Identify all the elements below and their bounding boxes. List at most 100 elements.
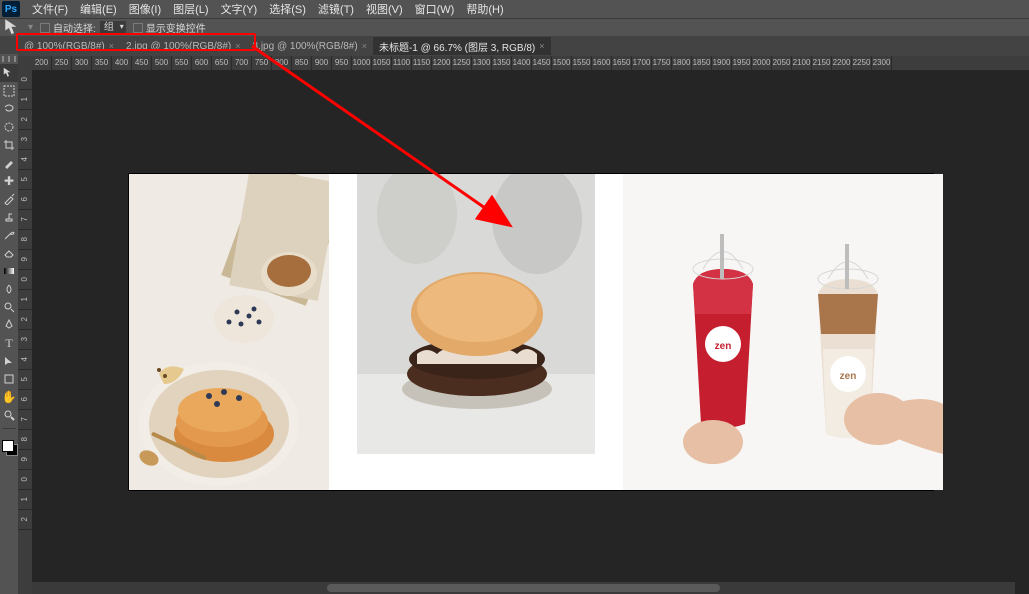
zoom-tool[interactable] [0,406,18,424]
path-select-tool[interactable] [0,352,18,370]
palette-grip[interactable] [2,56,16,62]
ruler-tick: 1400 [512,56,532,70]
history-brush-tool[interactable] [0,226,18,244]
viewport[interactable]: zen zen [32,70,1029,594]
close-icon[interactable]: × [109,41,114,51]
ruler-tick: 650 [212,56,232,70]
ruler-tick: 7 [18,410,32,430]
ruler-tick: 1800 [672,56,692,70]
ruler-tick: 1750 [652,56,672,70]
move-tool[interactable] [0,64,18,82]
doc-tab-1[interactable]: @ 100%(RGB/8#) × [18,37,120,55]
ruler-tick: 5 [18,170,32,190]
ruler-tick: 8 [18,230,32,250]
tab-label: 2.jpg @ 100%(RGB/8#) [126,41,231,52]
ruler-tick: 2250 [852,56,872,70]
hand-tool[interactable]: ✋ [0,388,18,406]
eraser-tool[interactable] [0,244,18,262]
doc-tab-3[interactable]: 3.jpg @ 100%(RGB/8#) × [246,37,372,55]
scrollbar-horizontal[interactable] [32,582,1015,594]
shape-tool[interactable] [0,370,18,388]
ruler-tick: 850 [292,56,312,70]
ruler-tick: 0 [18,470,32,490]
ruler-tick: 700 [232,56,252,70]
ruler-tick: 1900 [712,56,732,70]
move-tool-icon[interactable] [4,21,24,35]
color-swatches[interactable] [0,438,18,458]
ruler-tick: 1250 [452,56,472,70]
auto-select-checkbox[interactable] [40,23,50,33]
eyedropper-tool[interactable] [0,154,18,172]
ruler-tick: 1600 [592,56,612,70]
placed-image-2[interactable] [357,174,595,454]
ruler-tick: 2150 [812,56,832,70]
menu-view[interactable]: 视图(V) [360,0,409,19]
ruler-tick: 1650 [612,56,632,70]
tab-label: 3.jpg @ 100%(RGB/8#) [252,41,357,52]
show-transform-checkbox[interactable] [133,23,143,33]
placed-image-3[interactable]: zen zen [623,174,943,490]
brush-tool[interactable] [0,190,18,208]
ruler-tick: 4 [18,150,32,170]
ruler-tick: 0 [18,70,32,90]
ruler-tick: 1300 [472,56,492,70]
gradient-tool[interactable] [0,262,18,280]
ruler-tick: 2 [18,310,32,330]
lasso-tool[interactable] [0,100,18,118]
document-canvas[interactable]: zen zen [129,174,933,490]
scrollbar-thumb[interactable] [327,584,720,592]
menu-layer[interactable]: 图层(L) [167,0,214,19]
auto-select-value: 组 [104,22,114,33]
menu-window[interactable]: 窗口(W) [409,0,461,19]
close-icon[interactable]: × [539,41,544,51]
type-tool[interactable]: T [0,334,18,352]
marquee-tool[interactable] [0,82,18,100]
ruler-corner [18,56,32,70]
ruler-vertical[interactable]: 01234567890123456789012 [18,70,32,594]
ruler-tick: 950 [332,56,352,70]
pen-tool[interactable] [0,316,18,334]
svg-text:zen: zen [714,341,731,352]
ruler-tick: 2100 [792,56,812,70]
menu-select[interactable]: 选择(S) [263,0,312,19]
ruler-tick: 300 [72,56,92,70]
foreground-swatch[interactable] [2,440,14,452]
quick-select-tool[interactable] [0,118,18,136]
ruler-tick: 1 [18,290,32,310]
healing-brush-tool[interactable]: ✚ [0,172,18,190]
ruler-tick: 2300 [872,56,892,70]
ruler-tick: 0 [18,270,32,290]
menu-file[interactable]: 文件(F) [26,0,74,19]
ruler-tick: 9 [18,250,32,270]
menu-image[interactable]: 图像(I) [123,0,167,19]
close-icon[interactable]: × [235,41,240,51]
placed-image-1[interactable] [129,174,329,490]
blur-tool[interactable] [0,280,18,298]
ruler-tick: 550 [172,56,192,70]
doc-tab-2[interactable]: 2.jpg @ 100%(RGB/8#) × [120,37,246,55]
menu-edit[interactable]: 编辑(E) [74,0,123,19]
ruler-tick: 1200 [432,56,452,70]
ruler-tick: 450 [132,56,152,70]
crop-tool[interactable] [0,136,18,154]
ruler-tick: 6 [18,390,32,410]
menu-help[interactable]: 帮助(H) [460,0,509,19]
app-logo: Ps [2,1,20,17]
ruler-tick: 6 [18,190,32,210]
menu-filter[interactable]: 滤镜(T) [312,0,360,19]
dodge-tool[interactable] [0,298,18,316]
ruler-horizontal[interactable]: 2002503003504004505005506006507007508008… [32,56,1029,70]
ruler-tick: 2000 [752,56,772,70]
menu-type[interactable]: 文字(Y) [215,0,264,19]
auto-select-dropdown[interactable]: 组 [100,21,126,35]
ruler-tick: 7 [18,210,32,230]
doc-tab-4[interactable]: 未标题-1 @ 66.7% (图层 3, RGB/8) × [373,37,551,55]
auto-select-label: 自动选择: [53,20,96,35]
menubar: Ps 文件(F) 编辑(E) 图像(I) 图层(L) 文字(Y) 选择(S) 滤… [0,0,1029,18]
clone-stamp-tool[interactable] [0,208,18,226]
close-icon[interactable]: × [362,41,367,51]
tool-palette: ✚ T ✋ [0,54,18,458]
ruler-tick: 2200 [832,56,852,70]
ruler-tick: 1 [18,490,32,510]
document-tabs: @ 100%(RGB/8#) × 2.jpg @ 100%(RGB/8#) × … [0,36,1029,56]
